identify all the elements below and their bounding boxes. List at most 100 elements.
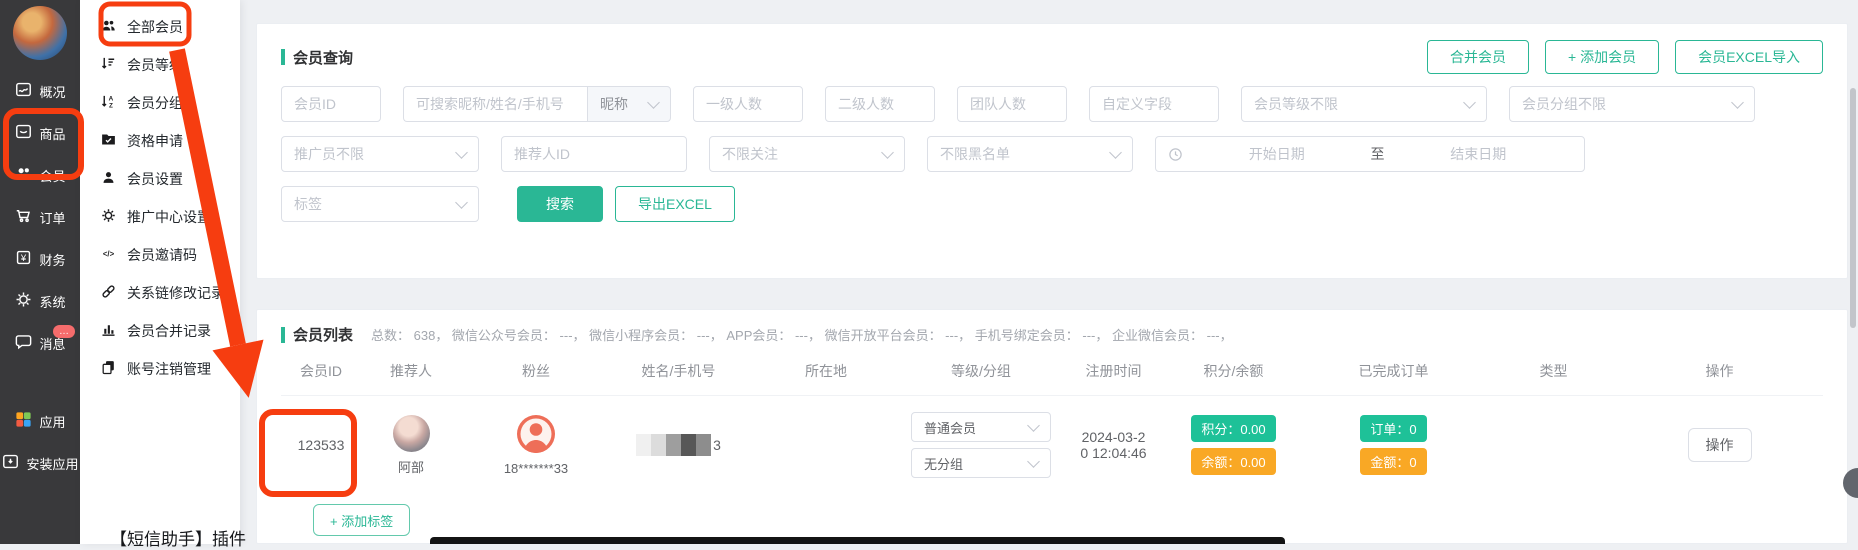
tag-select[interactable]: 标签 (281, 186, 479, 222)
submenu-item-relation-record[interactable]: 关系链修改记录 (80, 274, 240, 312)
register-time-line1: 2024-03-2 (1082, 429, 1146, 445)
row-level-select[interactable]: 普通会员 (911, 412, 1051, 442)
promoter-select[interactable]: 推广员不限 (281, 136, 479, 172)
sidebar-item-label: 订单 (39, 208, 65, 227)
amount-badge: 金额：0 (1360, 448, 1426, 475)
orders-badge: 订单：0 (1360, 415, 1426, 442)
column-header-fans: 粉丝 (461, 361, 611, 381)
account-cancel-icon (100, 359, 117, 379)
follow-select[interactable]: 不限关注 (709, 136, 905, 172)
add-tag-button[interactable]: + 添加标签 (313, 504, 410, 536)
submenu-item-member-level[interactable]: 会员等级 (80, 46, 240, 84)
sidebar-item-members[interactable]: 会员 (0, 154, 80, 196)
date-end-placeholder[interactable]: 结束日期 (1385, 144, 1573, 164)
chevron-down-icon (647, 96, 660, 109)
column-header-name-phone: 姓名/手机号 (611, 361, 746, 381)
section-tick (281, 49, 285, 65)
member-id-cell: 123533 (281, 437, 361, 453)
primary-sidebar: 概况 商品 会员 订单 ¥ 财务 系统 消息 … 应用 (0, 0, 80, 544)
custom-field-input[interactable] (1089, 86, 1219, 122)
install-apps-icon (1, 452, 20, 474)
svg-text:</>: </> (103, 250, 115, 259)
sidebar-item-apps[interactable]: 应用 (0, 400, 80, 442)
sidebar-item-label: 安装应用 (26, 454, 78, 473)
svg-text:Z: Z (109, 103, 113, 110)
promotion-settings-icon (100, 207, 117, 227)
merge-members-button[interactable]: 合并会员 (1427, 40, 1529, 74)
apps-icon (14, 410, 33, 432)
invite-code-icon: </> (100, 245, 117, 265)
date-range-separator: 至 (1371, 144, 1385, 164)
main-content: 会员查询 合并会员 + 添加会员 会员EXCEL导入 昵称 会员等级不限 (240, 0, 1858, 544)
member-id-input[interactable] (281, 86, 381, 122)
submenu-item-label: 账号注销管理 (127, 359, 211, 379)
masked-name-suffix: 3 (713, 437, 721, 453)
svg-text:¥: ¥ (20, 253, 27, 264)
sidebar-item-orders[interactable]: 订单 (0, 196, 80, 238)
member-excel-import-button[interactable]: 会员EXCEL导入 (1675, 40, 1823, 74)
submenu-item-invite-code[interactable]: </> 会员邀请码 (80, 236, 240, 274)
points-balance-cell: 积分：0.00 余额：0.00 (1171, 415, 1296, 475)
query-card-title: 会员查询 (293, 47, 353, 68)
submenu-item-label: 资格申请 (127, 131, 183, 151)
referrer-id-input[interactable] (501, 136, 687, 172)
qualification-icon (100, 131, 117, 151)
clipped-bottom-text: 【短信助手】插件 (110, 525, 246, 550)
sidebar-item-install-apps[interactable]: 安装应用 (0, 442, 80, 484)
blacklist-select[interactable]: 不限黑名单 (927, 136, 1133, 172)
store-logo-avatar[interactable] (13, 6, 67, 60)
members-icon (14, 164, 33, 186)
submenu-item-label: 全部会员 (127, 17, 183, 37)
add-member-button[interactable]: + 添加会员 (1545, 40, 1659, 74)
submenu-item-account-cancel[interactable]: 账号注销管理 (80, 350, 240, 388)
member-level-select[interactable]: 会员等级不限 (1241, 86, 1487, 122)
chevron-down-icon (1731, 96, 1744, 109)
row-group-select[interactable]: 无分组 (911, 448, 1051, 478)
date-start-placeholder[interactable]: 开始日期 (1183, 144, 1371, 164)
level1-count-input[interactable] (693, 86, 803, 122)
all-members-icon (100, 17, 117, 37)
sidebar-item-overview[interactable]: 概况 (0, 70, 80, 112)
list-card-title: 会员列表 (293, 324, 353, 345)
sidebar-item-system[interactable]: 系统 (0, 280, 80, 322)
level-group-cell: 普通会员 无分组 (906, 412, 1056, 478)
register-date-range-picker[interactable]: 开始日期 至 结束日期 (1155, 136, 1585, 172)
sidebar-item-messages[interactable]: 消息 … (0, 322, 80, 364)
submenu-item-all-members[interactable]: 全部会员 (80, 8, 240, 46)
sidebar-item-goods[interactable]: 商品 (0, 112, 80, 154)
member-group-icon: AZ (100, 93, 117, 113)
submenu-item-merge-record[interactable]: 会员合并记录 (80, 312, 240, 350)
column-header-actions: 操作 (1616, 361, 1823, 381)
submenu-item-label: 会员分组 (127, 93, 183, 113)
register-time-cell: 2024-03-2 0 12:04:46 (1056, 429, 1171, 461)
sidebar-item-finance[interactable]: ¥ 财务 (0, 238, 80, 280)
search-button[interactable]: 搜索 (517, 186, 603, 222)
column-header-type: 类型 (1491, 361, 1616, 381)
keyword-input[interactable] (403, 86, 587, 122)
team-count-input[interactable] (957, 86, 1067, 122)
bottom-dock-strip (430, 537, 1285, 544)
submenu-item-member-group[interactable]: AZ 会员分组 (80, 84, 240, 122)
column-header-points-balance: 积分/余额 (1171, 361, 1296, 381)
keyword-type-select[interactable]: 昵称 (587, 86, 671, 122)
chevron-down-icon (1463, 96, 1476, 109)
level2-count-input[interactable] (825, 86, 935, 122)
section-tick (281, 327, 285, 343)
row-action-button[interactable]: 操作 (1688, 428, 1752, 462)
sidebar-item-label: 系统 (39, 292, 65, 311)
clock-icon (1168, 147, 1183, 162)
member-group-select[interactable]: 会员分组不限 (1509, 86, 1755, 122)
submenu-item-member-settings[interactable]: 会员设置 (80, 160, 240, 198)
referrer-cell: 阿部 (361, 415, 461, 476)
completed-orders-cell: 订单：0 金额：0 (1296, 415, 1491, 475)
fans-cell: 18*******33 (461, 415, 611, 476)
app-window: 概况 商品 会员 订单 ¥ 财务 系统 消息 … 应用 (0, 0, 1858, 544)
vertical-scrollbar-thumb[interactable] (1850, 88, 1856, 328)
sidebar-item-label: 概况 (39, 82, 65, 101)
register-time-line2: 0 12:04:46 (1080, 445, 1146, 461)
export-excel-button[interactable]: 导出EXCEL (615, 186, 735, 222)
submenu-item-promotion-settings[interactable]: 推广中心设置 (80, 198, 240, 236)
submenu-item-qualification[interactable]: 资格申请 (80, 122, 240, 160)
table-header-row: 会员ID 推荐人 粉丝 姓名/手机号 所在地 等级/分组 注册时间 积分/余额 … (281, 361, 1823, 396)
sidebar-item-label: 应用 (39, 412, 65, 431)
